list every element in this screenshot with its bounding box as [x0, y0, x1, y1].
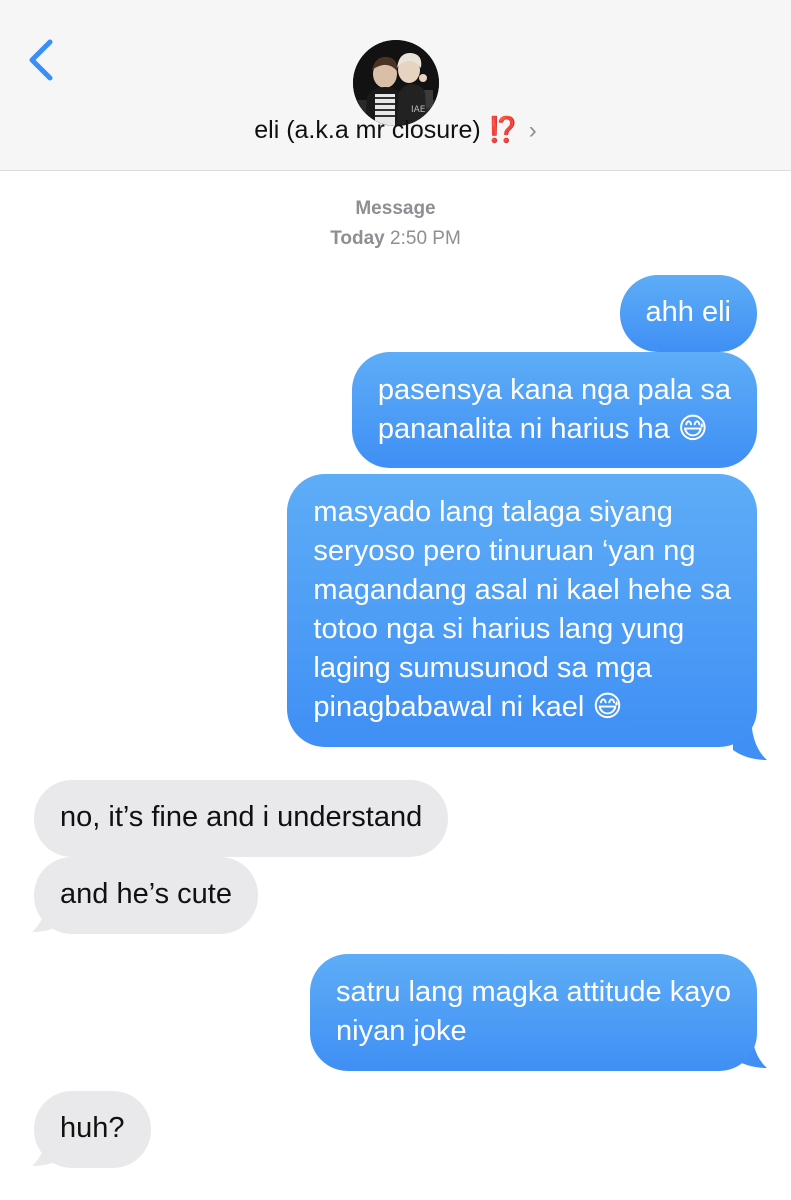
message-bubble-received[interactable]: huh? [34, 1091, 151, 1168]
chevron-right-icon: › [528, 117, 537, 144]
service-label: Message [355, 198, 436, 219]
time-label: 2:50 PM [390, 228, 461, 249]
day-label: Today [330, 228, 385, 249]
contact-name: eli (a.k.a mr closure) ⁉️ [254, 116, 519, 144]
message-bubble-received[interactable]: no, it’s fine and i understand [34, 780, 449, 857]
message-bubble-sent[interactable]: masyado lang talaga siyang seryoso pero … [287, 474, 757, 747]
avatar[interactable]: IAE [353, 40, 439, 126]
back-button[interactable] [24, 36, 64, 84]
message-bubble-sent[interactable]: ahh eli [619, 275, 757, 352]
message-bubble-sent[interactable]: pasensya kana nga pala sa pananalita ni … [351, 352, 757, 468]
conversation-header: IAE eli (a.k.a mr closure) ⁉️ › [0, 0, 791, 171]
timestamp: Today 2:50 PM [0, 228, 791, 250]
message-bubble-received[interactable]: and he’s cute [34, 857, 258, 934]
svg-text:IAE: IAE [411, 105, 426, 115]
message-bubble-sent[interactable]: satru lang magka attitude kayo niyan jok… [310, 954, 757, 1071]
chevron-left-icon [29, 39, 53, 81]
avatar-photo: IAE [353, 40, 439, 126]
contact-name-button[interactable]: eli (a.k.a mr closure) ⁉️ › [0, 116, 791, 145]
